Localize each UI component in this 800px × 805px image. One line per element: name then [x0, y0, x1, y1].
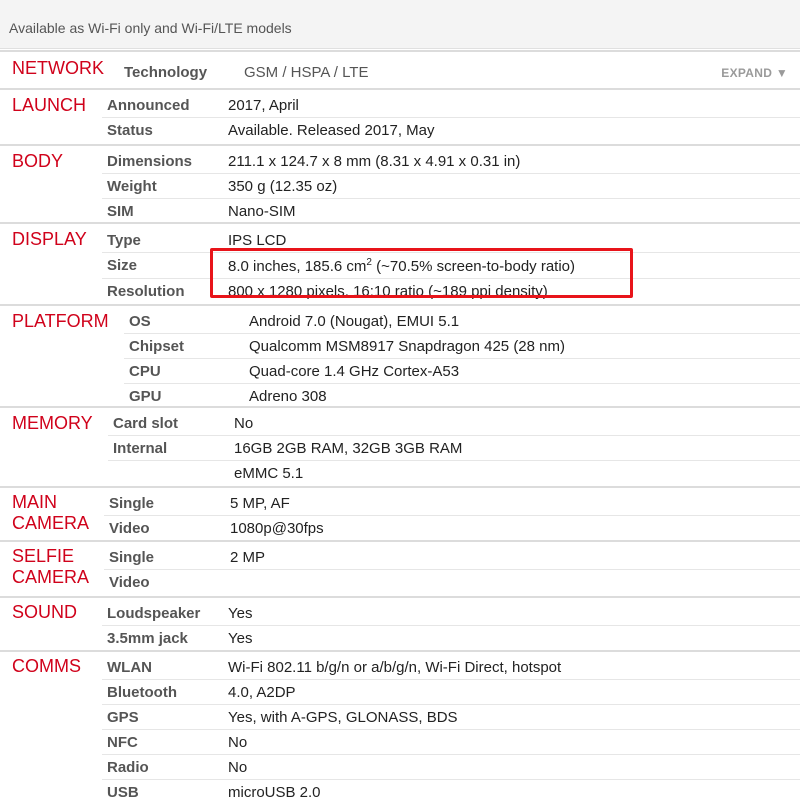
spec-row-video: Video 1080p@30fps	[0, 516, 800, 541]
availability-note: Available as Wi-Fi only and Wi-Fi/LTE mo…	[0, 0, 800, 49]
spec-label: Radio	[107, 759, 149, 776]
spec-value: 5 MP, AF	[230, 495, 290, 512]
spec-value: 211.1 x 124.7 x 8 mm (8.31 x 4.91 x 0.31…	[228, 153, 521, 170]
spec-label: Single	[109, 549, 155, 566]
spec-value: 1080p@30fps	[230, 520, 324, 537]
spec-row-audio-jack: 3.5mm jack Yes	[0, 626, 800, 651]
spec-row-usb: USB microUSB 2.0	[0, 780, 800, 805]
spec-value: Yes, with A-GPS, GLONASS, BDS	[228, 709, 458, 726]
highlight-box	[210, 248, 633, 298]
spec-value: 2017, April	[228, 97, 299, 114]
spec-row-internal-extra: eMMC 5.1	[0, 461, 800, 486]
spec-label: 3.5mm jack	[107, 630, 188, 647]
spec-row-gps: GPS Yes, with A-GPS, GLONASS, BDS	[0, 705, 800, 730]
spec-value: 16GB 2GB RAM, 32GB 3GB RAM	[234, 440, 463, 457]
spec-value: GSM / HSPA / LTE	[244, 64, 369, 81]
section-main-camera: MAIN CAMERA Single 5 MP, AF Video 1080p@…	[0, 486, 800, 540]
spec-label: Technology	[124, 64, 208, 81]
spec-row-video: Video	[0, 570, 800, 595]
spec-label: OS	[129, 313, 151, 330]
spec-label: Chipset	[129, 338, 185, 355]
spec-value: 350 g (12.35 oz)	[228, 178, 338, 195]
spec-label: Size	[107, 257, 138, 274]
spec-label: USB	[107, 784, 139, 801]
spec-value: No	[228, 734, 248, 751]
spec-row-radio: Radio No	[0, 755, 800, 780]
spec-row-single: Single 2 MP	[0, 545, 800, 570]
spec-value: No	[228, 759, 248, 776]
spec-row-loudspeaker: Loudspeaker Yes	[0, 601, 800, 626]
spec-row-wlan: WLAN Wi-Fi 802.11 b/g/n or a/b/g/n, Wi-F…	[0, 655, 800, 680]
spec-label: Card slot	[113, 415, 179, 432]
section-network: NETWORK Technology GSM / HSPA / LTE	[0, 50, 800, 88]
spec-value: Yes	[228, 630, 253, 647]
spec-label: Internal	[113, 440, 168, 457]
spec-label: Video	[109, 574, 150, 591]
spec-row-status: Status Available. Released 2017, May	[0, 118, 800, 143]
spec-label: GPU	[129, 388, 162, 405]
spec-label: SIM	[107, 203, 134, 220]
spec-label: GPS	[107, 709, 139, 726]
spec-row-technology: Technology GSM / HSPA / LTE	[0, 60, 800, 85]
spec-label: Type	[107, 232, 141, 249]
spec-row-chipset: Chipset Qualcomm MSM8917 Snapdragon 425 …	[0, 334, 800, 359]
spec-label: Bluetooth	[107, 684, 177, 701]
spec-value: Available. Released 2017, May	[228, 122, 435, 139]
spec-value: IPS LCD	[228, 232, 287, 249]
spec-label: Status	[107, 122, 153, 139]
section-selfie-camera: SELFIE CAMERA Single 2 MP Video	[0, 540, 800, 596]
spec-label: Weight	[107, 178, 157, 195]
spec-value: No	[234, 415, 254, 432]
spec-row-internal: Internal 16GB 2GB RAM, 32GB 3GB RAM	[0, 436, 800, 461]
spec-row-cpu: CPU Quad-core 1.4 GHz Cortex-A53	[0, 359, 800, 384]
spec-row-card-slot: Card slot No	[0, 411, 800, 436]
spec-row-bluetooth: Bluetooth 4.0, A2DP	[0, 680, 800, 705]
spec-label: Single	[109, 495, 155, 512]
spec-label: Video	[109, 520, 150, 537]
section-platform: PLATFORM OS Android 7.0 (Nougat), EMUI 5…	[0, 304, 800, 406]
section-launch: LAUNCH Announced 2017, April Status Avai…	[0, 88, 800, 144]
spec-value: Wi-Fi 802.11 b/g/n or a/b/g/n, Wi-Fi Dir…	[228, 659, 562, 676]
spec-value: microUSB 2.0	[228, 784, 321, 801]
spec-value: Adreno 308	[249, 388, 327, 405]
spec-row-dimensions: Dimensions 211.1 x 124.7 x 8 mm (8.31 x …	[0, 149, 800, 174]
spec-row-sim: SIM Nano-SIM	[0, 199, 800, 224]
spec-value: 4.0, A2DP	[228, 684, 296, 701]
spec-label: Dimensions	[107, 153, 193, 170]
availability-note-text: Available as Wi-Fi only and Wi-Fi/LTE mo…	[9, 20, 292, 36]
spec-value: Quad-core 1.4 GHz Cortex-A53	[249, 363, 460, 380]
spec-value: Nano-SIM	[228, 203, 296, 220]
spec-row-os: OS Android 7.0 (Nougat), EMUI 5.1	[0, 309, 800, 334]
spec-value: 2 MP	[230, 549, 266, 566]
spec-label: Loudspeaker	[107, 605, 201, 622]
spec-value: eMMC 5.1	[234, 465, 304, 482]
section-body: BODY Dimensions 211.1 x 124.7 x 8 mm (8.…	[0, 144, 800, 222]
spec-label: Announced	[107, 97, 190, 114]
section-comms: COMMS WLAN Wi-Fi 802.11 b/g/n or a/b/g/n…	[0, 650, 800, 801]
spec-row-announced: Announced 2017, April	[0, 93, 800, 118]
spec-row-single: Single 5 MP, AF	[0, 491, 800, 516]
spec-value: Yes	[228, 605, 253, 622]
spec-label: Resolution	[107, 283, 185, 300]
spec-label: WLAN	[107, 659, 152, 676]
section-sound: SOUND Loudspeaker Yes 3.5mm jack Yes	[0, 596, 800, 650]
spec-row-weight: Weight 350 g (12.35 oz)	[0, 174, 800, 199]
spec-label: CPU	[129, 363, 161, 380]
spec-label: NFC	[107, 734, 138, 751]
spec-row-nfc: NFC No	[0, 730, 800, 755]
spec-value: Android 7.0 (Nougat), EMUI 5.1	[249, 313, 460, 330]
spec-value: Qualcomm MSM8917 Snapdragon 425 (28 nm)	[249, 338, 565, 355]
section-memory: MEMORY Card slot No Internal 16GB 2GB RA…	[0, 406, 800, 486]
